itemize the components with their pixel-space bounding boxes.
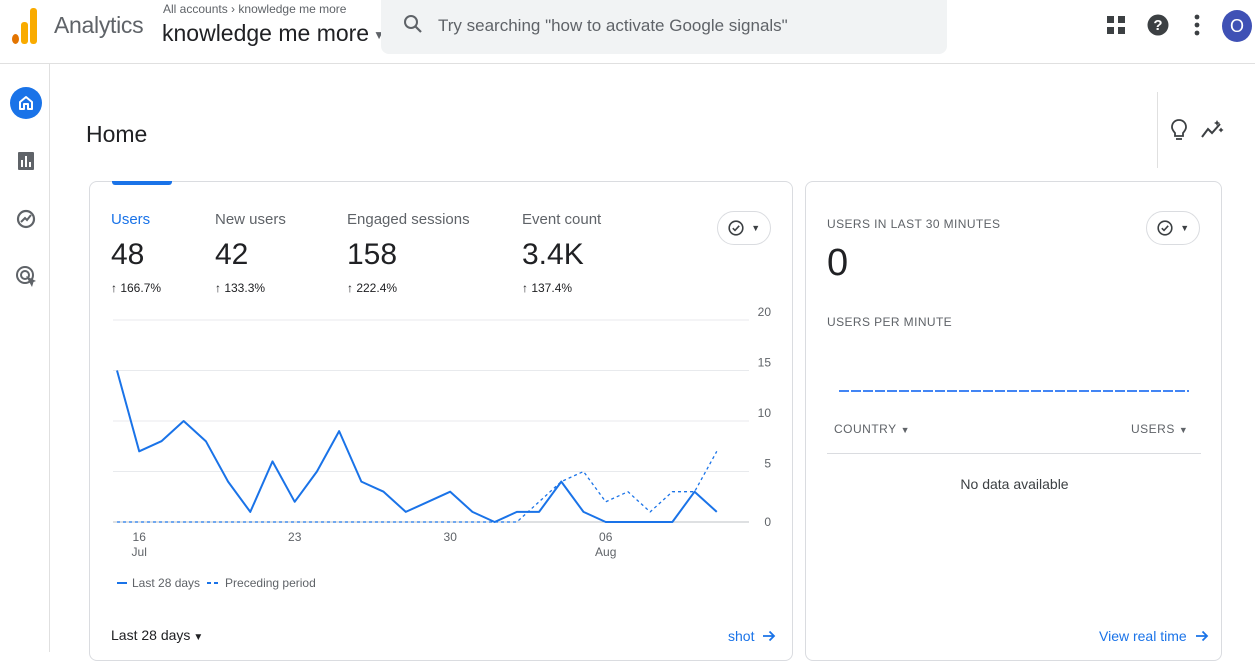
check-circle-icon — [1157, 220, 1173, 236]
x-tick-label: 23 — [288, 530, 302, 544]
legend-swatch-solid — [117, 582, 127, 584]
property-selector[interactable]: knowledge me more ▼ — [162, 20, 385, 47]
date-range-selector[interactable]: Last 28 days ▼ — [111, 627, 203, 643]
lightbulb-icon[interactable] — [1170, 118, 1188, 142]
arrow-right-icon — [763, 630, 776, 642]
realtime-subtitle: USERS PER MINUTE — [827, 315, 953, 329]
search-icon — [404, 15, 422, 33]
column-header-users[interactable]: USERS ▼ — [1131, 422, 1188, 436]
breadcrumb-root[interactable]: All accounts — [163, 2, 228, 16]
chart-legend: Last 28 days Preceding period — [117, 576, 316, 590]
nav-explore[interactable] — [10, 203, 42, 235]
search-input[interactable]: Try searching "how to activate Google si… — [438, 16, 788, 36]
arrow-right-icon — [1195, 630, 1208, 642]
reports-icon — [18, 152, 34, 170]
x-tick-sublabel: Jul — [132, 545, 147, 559]
users-per-minute-bars — [839, 390, 1189, 392]
users-line-chart: 0 5 10 15 20 16Jul 23 30 06Aug — [113, 305, 772, 559]
x-tick-label: 30 — [444, 530, 458, 544]
realtime-menu-button[interactable]: ▼ — [1146, 211, 1200, 245]
sidebar — [0, 64, 50, 652]
nav-advertising[interactable] — [10, 261, 42, 293]
table-divider — [827, 453, 1201, 454]
overview-card: Users 48 ↑ 166.7% New users 42 ↑ 133.3% … — [89, 181, 793, 661]
nav-home[interactable] — [10, 87, 42, 119]
app-name: Analytics — [54, 12, 144, 38]
more-vert-icon[interactable] — [1184, 12, 1210, 38]
series-line-last-28-days — [116, 370, 718, 523]
x-tick-label: 06 — [599, 530, 613, 544]
column-label: COUNTRY — [834, 422, 897, 436]
realtime-value: 0 — [827, 242, 849, 284]
page-tools — [1157, 92, 1255, 168]
y-tick-label: 10 — [758, 406, 772, 420]
y-tick-label: 0 — [764, 515, 771, 529]
breadcrumb: All accounts › knowledge me more — [163, 2, 346, 16]
legend-swatch-dashed — [207, 582, 220, 584]
home-icon — [19, 96, 33, 110]
avatar[interactable]: O — [1222, 10, 1252, 42]
page-title: Home — [86, 121, 148, 147]
y-tick-label: 15 — [758, 356, 772, 370]
caret-down-icon: ▼ — [193, 632, 204, 643]
apps-grid-icon[interactable] — [1103, 12, 1129, 38]
realtime-card: USERS IN LAST 30 MINUTES ▼ 0 USERS PER M… — [805, 181, 1222, 661]
x-tick-label: 16 — [133, 530, 147, 544]
breadcrumb-separator: › — [231, 2, 236, 16]
footer-link-label: shot — [728, 628, 755, 644]
nav-reports[interactable] — [10, 145, 42, 177]
top-bar: Analytics All accounts › knowledge me mo… — [0, 0, 1255, 64]
legend-current: Last 28 days — [132, 576, 201, 590]
svg-text:?: ? — [1153, 17, 1162, 34]
y-tick-label: 20 — [758, 305, 772, 319]
realtime-title: USERS IN LAST 30 MINUTES — [827, 217, 1001, 231]
caret-down-icon: ▼ — [1180, 223, 1190, 233]
help-icon[interactable]: ? — [1145, 12, 1171, 38]
view-realtime-label: View real time — [1099, 628, 1187, 644]
caret-down-icon: ▼ — [1178, 425, 1189, 435]
column-label: USERS — [1131, 422, 1175, 436]
empty-state: No data available — [960, 476, 1069, 492]
series-line-preceding-period — [117, 450, 718, 523]
property-name: knowledge me more — [162, 20, 370, 46]
search-bar[interactable]: Try searching "how to activate Google si… — [381, 0, 947, 54]
explore-icon — [16, 209, 36, 229]
breadcrumb-current[interactable]: knowledge me more — [238, 2, 346, 16]
date-range-label: Last 28 days — [111, 627, 191, 643]
caret-down-icon: ▼ — [900, 425, 911, 435]
advertising-icon — [16, 266, 36, 287]
insights-trend-icon[interactable] — [1200, 120, 1224, 140]
column-header-country[interactable]: COUNTRY ▼ — [834, 422, 910, 436]
overview-footer-link[interactable]: shot — [728, 628, 776, 644]
x-tick-sublabel: Aug — [595, 545, 616, 559]
view-realtime-link[interactable]: View real time — [1099, 628, 1209, 644]
analytics-logo-icon[interactable] — [12, 8, 38, 44]
y-tick-label: 5 — [764, 457, 771, 471]
legend-previous: Preceding period — [225, 576, 316, 590]
